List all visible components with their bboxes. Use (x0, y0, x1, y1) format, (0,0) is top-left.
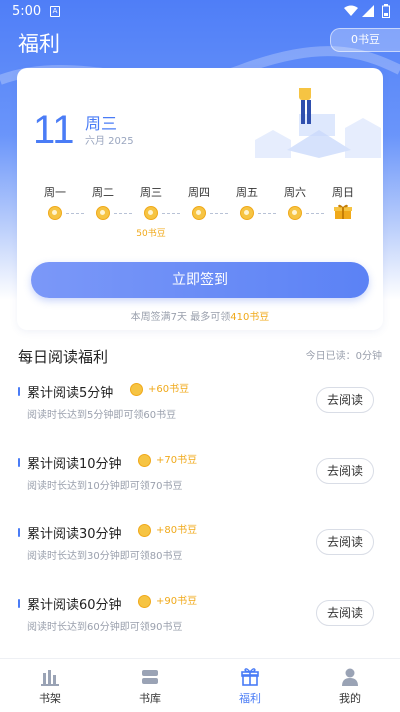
go-read-button[interactable]: 去阅读 (316, 529, 374, 555)
gift-box-icon (334, 204, 352, 219)
status-time: 5:00 (12, 4, 42, 19)
signin-button[interactable]: 立即签到 (31, 262, 369, 298)
task-reward: +80书豆 (138, 523, 197, 539)
signin-hint: 本周签满7天 最多可领410书豆 (17, 308, 383, 323)
coin-icon (48, 206, 62, 220)
task-reward: +90书豆 (138, 594, 197, 610)
task-reward: +60书豆 (130, 382, 189, 398)
task-item: 累计阅读60分钟 +90书豆 阅读时长达到60分钟即可领90书豆 去阅读 (0, 594, 400, 654)
page-title: 福利 (18, 32, 60, 56)
task-item: 累计阅读10分钟 +70书豆 阅读时长达到10分钟即可领70书豆 去阅读 (0, 453, 400, 513)
date-weekday: 周三 (85, 114, 118, 133)
coin-icon (144, 206, 158, 220)
tab-label: 书架 (39, 692, 61, 705)
daily-section-title: 每日阅读福利 (18, 348, 109, 366)
weekday-label-fri: 周五 (236, 186, 258, 199)
dashed-connector (114, 213, 132, 214)
weekday-label-mon: 周一 (44, 186, 66, 199)
coin-icon (130, 383, 143, 396)
today-read-time: 今日已读：0分钟 (305, 351, 382, 362)
weekday-label-thu: 周四 (188, 186, 210, 199)
tab-welfare[interactable]: 福利 (215, 659, 285, 712)
task-reward-text: +70书豆 (156, 455, 198, 466)
bookshelf-icon (41, 670, 59, 686)
tab-bookshelf[interactable]: 书架 (15, 659, 85, 712)
signin-hint-amount: 410书豆 (230, 312, 270, 323)
weekday-label-sun: 周日 (332, 186, 354, 199)
task-name: 累计阅读60分钟 (27, 598, 122, 613)
dashed-connector (258, 213, 276, 214)
task-marker (18, 458, 20, 467)
library-icon (142, 670, 158, 684)
task-description: 阅读时长达到30分钟即可领80书豆 (27, 551, 183, 562)
coin-icon (240, 206, 254, 220)
task-item: 累计阅读30分钟 +80书豆 阅读时长达到30分钟即可领80书豆 去阅读 (0, 523, 400, 583)
coin-balance[interactable]: 0书豆 (330, 28, 400, 52)
today-reward-label: 50书豆 (136, 229, 166, 239)
dashed-connector (162, 213, 180, 214)
weekday-label-tue: 周二 (92, 186, 114, 199)
task-name: 累计阅读10分钟 (27, 457, 122, 472)
dashed-connector (306, 213, 324, 214)
tab-label: 书库 (139, 692, 161, 705)
dashed-connector (210, 213, 228, 214)
task-description: 阅读时长达到5分钟即可领60书豆 (27, 410, 177, 421)
weekday-label-wed: 周三 (140, 186, 162, 199)
date-month-year: 六月 2025 (85, 136, 134, 147)
task-marker (18, 528, 20, 537)
task-reward-text: +60书豆 (148, 384, 190, 395)
coin-icon (288, 206, 302, 220)
battery-icon (382, 4, 390, 18)
task-reward-text: +90书豆 (156, 596, 198, 607)
status-bar: 5:00 A (0, 0, 400, 24)
gift-icon (241, 668, 259, 686)
go-read-button[interactable]: 去阅读 (316, 458, 374, 484)
task-description: 阅读时长达到60分钟即可领90书豆 (27, 622, 183, 633)
profile-icon (342, 668, 358, 686)
coin-icon (138, 524, 151, 537)
task-name: 累计阅读30分钟 (27, 527, 122, 542)
bottom-tab-bar: 书架 书库 福利 我的 (0, 658, 400, 712)
task-name: 累计阅读5分钟 (27, 386, 114, 401)
signin-hint-text: 本周签满7天 最多可领 (130, 312, 231, 323)
coin-icon (138, 595, 151, 608)
dashed-connector (66, 213, 84, 214)
date-day: 11 (33, 108, 75, 152)
notification-icon: A (50, 6, 60, 17)
task-item: 累计阅读5分钟 +60书豆 阅读时长达到5分钟即可领60书豆 去阅读 (0, 382, 400, 442)
coin-icon (138, 454, 151, 467)
tab-label: 我的 (339, 692, 361, 705)
coin-icon (96, 206, 110, 220)
task-reward: +70书豆 (138, 453, 197, 469)
signin-card: 11 周三 六月 2025 周一 周二 周三 周四 周五 周六 周日 50书豆 … (17, 68, 383, 330)
weekday-label-sat: 周六 (284, 186, 306, 199)
tab-label: 福利 (239, 692, 261, 705)
tab-profile[interactable]: 我的 (315, 659, 385, 712)
task-marker (18, 387, 20, 396)
task-marker (18, 599, 20, 608)
signal-icon (362, 5, 374, 17)
wifi-icon (344, 5, 358, 16)
reading-person-illustration (255, 88, 381, 158)
task-reward-text: +80书豆 (156, 525, 198, 536)
coin-icon (192, 206, 206, 220)
go-read-button[interactable]: 去阅读 (316, 600, 374, 626)
task-description: 阅读时长达到10分钟即可领70书豆 (27, 481, 183, 492)
tab-library[interactable]: 书库 (115, 659, 185, 712)
go-read-button[interactable]: 去阅读 (316, 387, 374, 413)
